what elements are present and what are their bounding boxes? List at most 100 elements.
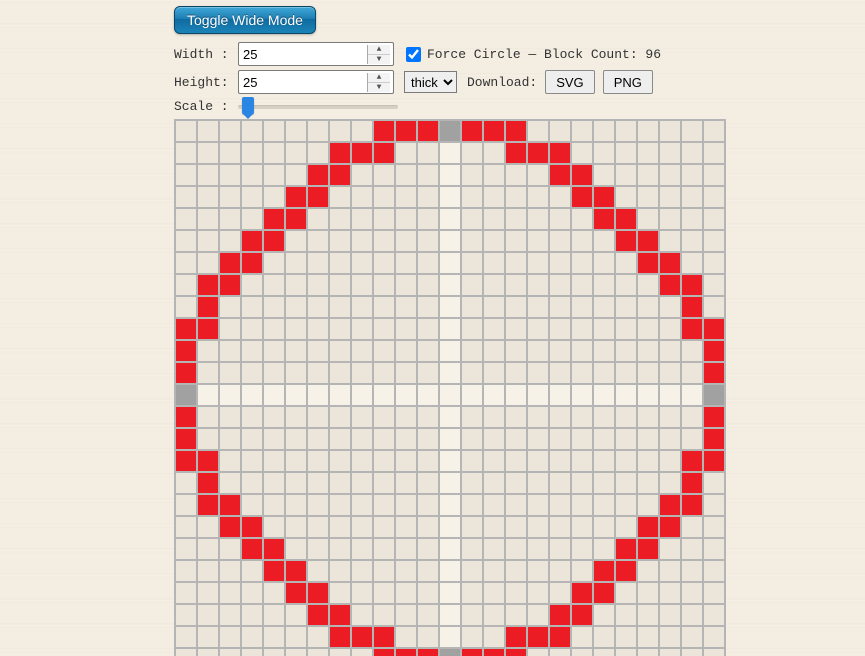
grid-cell[interactable] [681, 296, 703, 318]
grid-cell[interactable] [263, 582, 285, 604]
grid-cell[interactable] [329, 340, 351, 362]
grid-cell[interactable] [703, 582, 725, 604]
grid-cell[interactable] [461, 164, 483, 186]
scale-slider[interactable] [238, 97, 398, 115]
grid-cell[interactable] [703, 428, 725, 450]
grid-cell[interactable] [285, 362, 307, 384]
grid-cell[interactable] [681, 208, 703, 230]
grid-cell[interactable] [175, 648, 197, 656]
grid-cell[interactable] [681, 494, 703, 516]
width-input[interactable] [239, 44, 367, 64]
grid-cell[interactable] [285, 252, 307, 274]
grid-cell[interactable] [593, 296, 615, 318]
grid-cell[interactable] [615, 604, 637, 626]
grid-cell[interactable] [637, 384, 659, 406]
grid-cell[interactable] [175, 494, 197, 516]
grid-cell[interactable] [571, 406, 593, 428]
grid-cell[interactable] [571, 186, 593, 208]
grid-cell[interactable] [241, 560, 263, 582]
grid-cell[interactable] [417, 318, 439, 340]
grid-cell[interactable] [307, 296, 329, 318]
grid-cell[interactable] [681, 186, 703, 208]
grid-cell[interactable] [175, 582, 197, 604]
grid-cell[interactable] [439, 604, 461, 626]
grid-cell[interactable] [483, 120, 505, 142]
grid-cell[interactable] [615, 230, 637, 252]
grid-cell[interactable] [505, 560, 527, 582]
grid-cell[interactable] [219, 384, 241, 406]
grid-cell[interactable] [571, 384, 593, 406]
grid-cell[interactable] [681, 362, 703, 384]
grid-cell[interactable] [439, 406, 461, 428]
grid-cell[interactable] [615, 560, 637, 582]
grid-cell[interactable] [373, 142, 395, 164]
grid-cell[interactable] [219, 428, 241, 450]
grid-cell[interactable] [571, 164, 593, 186]
grid-cell[interactable] [461, 648, 483, 656]
grid-cell[interactable] [527, 208, 549, 230]
grid-cell[interactable] [593, 538, 615, 560]
grid-cell[interactable] [659, 274, 681, 296]
grid-cell[interactable] [549, 252, 571, 274]
grid-cell[interactable] [395, 450, 417, 472]
grid-cell[interactable] [483, 252, 505, 274]
grid-cell[interactable] [483, 604, 505, 626]
grid-cell[interactable] [637, 582, 659, 604]
grid-cell[interactable] [351, 472, 373, 494]
grid-cell[interactable] [197, 472, 219, 494]
grid-cell[interactable] [439, 626, 461, 648]
grid-cell[interactable] [175, 252, 197, 274]
grid-cell[interactable] [241, 384, 263, 406]
grid-cell[interactable] [263, 626, 285, 648]
grid-cell[interactable] [329, 384, 351, 406]
grid-cell[interactable] [395, 582, 417, 604]
grid-cell[interactable] [241, 164, 263, 186]
grid-cell[interactable] [571, 648, 593, 656]
grid-cell[interactable] [263, 340, 285, 362]
grid-cell[interactable] [197, 406, 219, 428]
grid-cell[interactable] [637, 252, 659, 274]
grid-cell[interactable] [395, 560, 417, 582]
grid-cell[interactable] [549, 648, 571, 656]
grid-cell[interactable] [659, 626, 681, 648]
grid-cell[interactable] [417, 494, 439, 516]
grid-cell[interactable] [483, 362, 505, 384]
grid-cell[interactable] [439, 582, 461, 604]
grid-cell[interactable] [351, 340, 373, 362]
grid-cell[interactable] [461, 230, 483, 252]
grid-cell[interactable] [637, 362, 659, 384]
grid-cell[interactable] [417, 142, 439, 164]
grid-cell[interactable] [307, 428, 329, 450]
grid-cell[interactable] [637, 538, 659, 560]
grid-cell[interactable] [615, 538, 637, 560]
grid-cell[interactable] [241, 516, 263, 538]
grid-cell[interactable] [461, 538, 483, 560]
grid-cell[interactable] [439, 362, 461, 384]
grid-cell[interactable] [417, 582, 439, 604]
grid-cell[interactable] [571, 230, 593, 252]
grid-cell[interactable] [439, 186, 461, 208]
grid-cell[interactable] [307, 582, 329, 604]
grid-cell[interactable] [219, 186, 241, 208]
grid-cell[interactable] [285, 186, 307, 208]
grid-cell[interactable] [395, 604, 417, 626]
grid-cell[interactable] [439, 318, 461, 340]
grid-cell[interactable] [703, 340, 725, 362]
grid-cell[interactable] [439, 538, 461, 560]
grid-cell[interactable] [549, 384, 571, 406]
grid-cell[interactable] [505, 538, 527, 560]
grid-cell[interactable] [571, 604, 593, 626]
grid-cell[interactable] [703, 318, 725, 340]
grid-cell[interactable] [527, 186, 549, 208]
grid-cell[interactable] [329, 362, 351, 384]
grid-cell[interactable] [439, 428, 461, 450]
grid-cell[interactable] [439, 340, 461, 362]
grid-cell[interactable] [461, 362, 483, 384]
grid-cell[interactable] [417, 274, 439, 296]
grid-cell[interactable] [681, 472, 703, 494]
grid-cell[interactable] [681, 120, 703, 142]
grid-cell[interactable] [395, 362, 417, 384]
grid-cell[interactable] [703, 560, 725, 582]
grid-cell[interactable] [351, 230, 373, 252]
grid-cell[interactable] [241, 274, 263, 296]
